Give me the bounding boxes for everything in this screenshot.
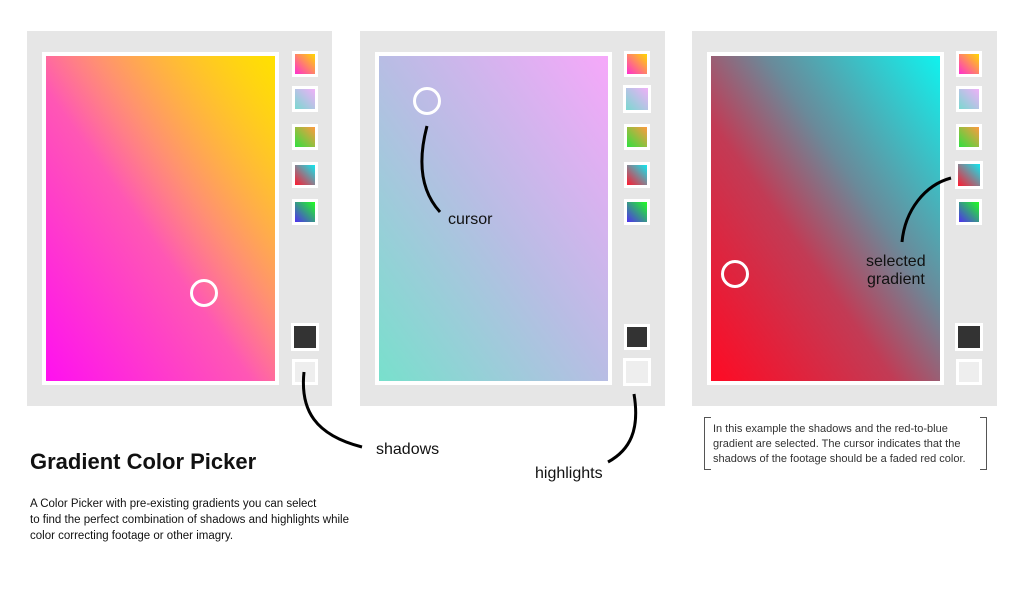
gradient-canvas-1[interactable] (42, 52, 279, 385)
gradient-swatch-cyan-red[interactable] (292, 162, 318, 188)
gradient-swatch-cyan-red[interactable] (624, 162, 650, 188)
description-line: A Color Picker with pre-existing gradien… (30, 498, 317, 510)
gradient-swatch-yellow-magenta[interactable] (292, 51, 318, 77)
gradient-swatch-pink-teal[interactable] (956, 86, 982, 112)
gradient-swatch-green-blue[interactable] (292, 199, 318, 225)
highlights-swatch[interactable] (623, 358, 651, 386)
gradient-canvas-2[interactable] (375, 52, 612, 385)
gradient-swatch-green-blue[interactable] (624, 199, 650, 225)
example-note: In this example the shadows and the red-… (704, 417, 987, 470)
bracket-corner (705, 417, 711, 418)
gradient-swatch-orange-green[interactable] (292, 124, 318, 150)
description-line: to find the perfect combination of shado… (30, 514, 350, 526)
highlights-swatch[interactable] (292, 359, 318, 385)
gradient-swatch-yellow-magenta[interactable] (956, 51, 982, 77)
description: A Color Picker with pre-existing gradien… (30, 496, 390, 544)
color-picker-panel-2 (360, 31, 665, 406)
page-title: Gradient Color Picker (30, 449, 257, 474)
color-picker-panel-3 (692, 31, 997, 406)
note-line: gradient are selected. The cursor indica… (713, 438, 961, 450)
gradient-swatch-orange-green[interactable] (624, 124, 650, 150)
gradient-swatch-cyan-red[interactable] (955, 161, 983, 189)
bracket-corner (980, 417, 986, 418)
shadows-swatch[interactable] (291, 323, 319, 351)
selected-gradient-label-line2: gradient (867, 271, 925, 288)
color-cursor[interactable] (413, 87, 441, 115)
shadows-swatch[interactable] (624, 324, 650, 350)
color-picker-panel-1 (27, 31, 332, 406)
gradient-swatch-yellow-magenta[interactable] (624, 51, 650, 77)
selected-gradient-label-line1: selected (866, 253, 926, 270)
bracket-corner (980, 469, 986, 470)
note-line: In this example the shadows and the red-… (713, 423, 948, 435)
cursor-label: cursor (448, 211, 493, 228)
gradient-swatch-pink-teal[interactable] (623, 85, 651, 113)
bracket-corner (705, 469, 711, 470)
gradient-swatch-pink-teal[interactable] (292, 86, 318, 112)
shadows-label: shadows (376, 441, 440, 458)
gradient-canvas-3[interactable] (707, 52, 944, 385)
shadows-swatch[interactable] (955, 323, 983, 351)
highlights-label: highlights (535, 465, 603, 482)
gradient-swatch-orange-green[interactable] (956, 124, 982, 150)
description-line: color correcting footage or other imagry… (30, 530, 234, 542)
note-line: shadows of the footage should be a faded… (713, 453, 966, 465)
highlights-swatch[interactable] (956, 359, 982, 385)
color-cursor[interactable] (721, 260, 749, 288)
gradient-swatch-green-blue[interactable] (956, 199, 982, 225)
color-cursor[interactable] (190, 279, 218, 307)
